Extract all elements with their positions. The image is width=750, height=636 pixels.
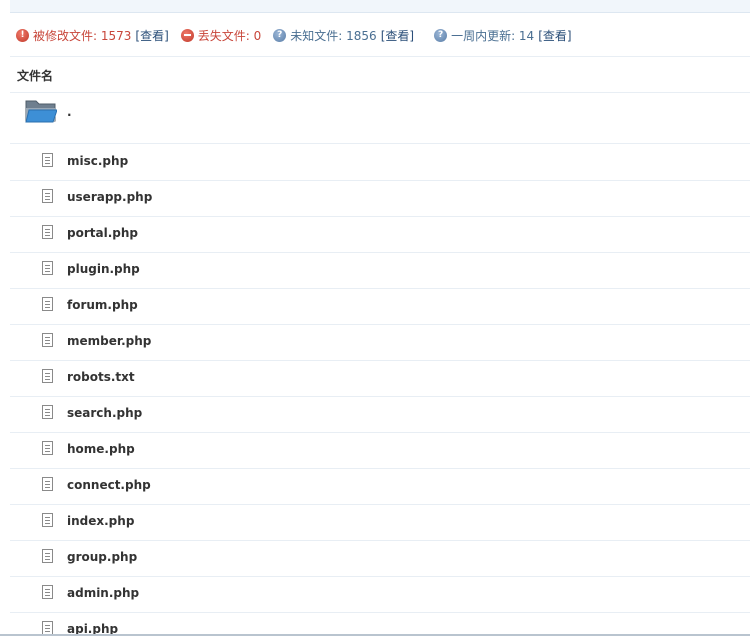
file-name: group.php xyxy=(67,550,138,564)
file-name: member.php xyxy=(67,334,152,348)
stat-weekly: ? 一周内更新: 14 [查看] xyxy=(434,27,572,44)
file-name: index.php xyxy=(67,514,135,528)
column-header-filename: 文件名 xyxy=(17,69,54,83)
file-icon xyxy=(42,369,53,383)
file-row[interactable]: search.php xyxy=(10,396,750,433)
file-icon xyxy=(42,153,53,167)
folder-row[interactable]: . xyxy=(10,93,750,144)
stat-unknown-label: 未知文件: 1856 xyxy=(290,28,377,43)
file-row[interactable]: index.php xyxy=(10,504,750,541)
file-name: misc.php xyxy=(67,154,129,168)
folder-open-icon xyxy=(25,100,57,123)
file-row[interactable]: admin.php xyxy=(10,576,750,613)
file-name: home.php xyxy=(67,442,135,456)
file-name: admin.php xyxy=(67,586,140,600)
minus-circle-icon xyxy=(180,28,194,42)
view-unknown-link[interactable]: [查看] xyxy=(381,27,414,44)
top-bar xyxy=(10,0,750,13)
file-name: plugin.php xyxy=(67,262,140,276)
view-weekly-link[interactable]: [查看] xyxy=(538,27,571,44)
file-row[interactable]: portal.php xyxy=(10,216,750,253)
file-icon xyxy=(42,441,53,455)
stat-modified: ! 被修改文件: 1573 [查看] xyxy=(16,27,169,44)
file-icon xyxy=(42,333,53,347)
file-name: search.php xyxy=(67,406,143,420)
divider xyxy=(10,56,750,57)
file-icon xyxy=(42,225,53,239)
file-icon xyxy=(42,261,53,275)
file-icon xyxy=(42,297,53,311)
file-row[interactable]: robots.txt xyxy=(10,360,750,397)
warning-icon: ! xyxy=(16,28,29,42)
file-check-page: ! 被修改文件: 1573 [查看] 丢失文件: 0 ? 未知文件: 1856 … xyxy=(0,0,750,636)
stat-missing-label: 丢失文件: 0 xyxy=(197,28,262,43)
view-modified-link[interactable]: [查看] xyxy=(135,27,168,44)
file-row[interactable]: misc.php xyxy=(10,144,750,181)
file-stats-bar: ! 被修改文件: 1573 [查看] 丢失文件: 0 ? 未知文件: 1856 … xyxy=(16,25,572,45)
file-icon xyxy=(42,189,53,203)
file-row[interactable]: member.php xyxy=(10,324,750,361)
file-name: portal.php xyxy=(67,226,138,240)
file-row[interactable]: group.php xyxy=(10,540,750,577)
stat-modified-label: 被修改文件: 1573 xyxy=(33,28,132,43)
file-icon xyxy=(42,621,53,635)
file-row[interactable]: forum.php xyxy=(10,288,750,325)
file-row[interactable]: home.php xyxy=(10,432,750,469)
file-icon xyxy=(42,405,53,419)
file-row[interactable]: userapp.php xyxy=(10,180,750,217)
help-icon: ? xyxy=(434,28,448,42)
file-name: connect.php xyxy=(67,478,151,492)
help-icon: ? xyxy=(273,28,287,42)
stat-weekly-label: 一周内更新: 14 xyxy=(451,28,535,43)
file-icon xyxy=(42,585,53,599)
file-name: userapp.php xyxy=(67,190,153,204)
file-row[interactable]: api.php xyxy=(10,612,750,636)
file-name: robots.txt xyxy=(67,370,135,384)
folder-name: . xyxy=(67,105,72,119)
file-icon xyxy=(42,549,53,563)
file-row[interactable]: connect.php xyxy=(10,468,750,505)
stat-missing: 丢失文件: 0 xyxy=(180,27,262,44)
file-row[interactable]: plugin.php xyxy=(10,252,750,289)
file-name: forum.php xyxy=(67,298,138,312)
file-icon xyxy=(42,513,53,527)
stat-unknown: ? 未知文件: 1856 [查看] xyxy=(273,27,414,44)
file-icon xyxy=(42,477,53,491)
